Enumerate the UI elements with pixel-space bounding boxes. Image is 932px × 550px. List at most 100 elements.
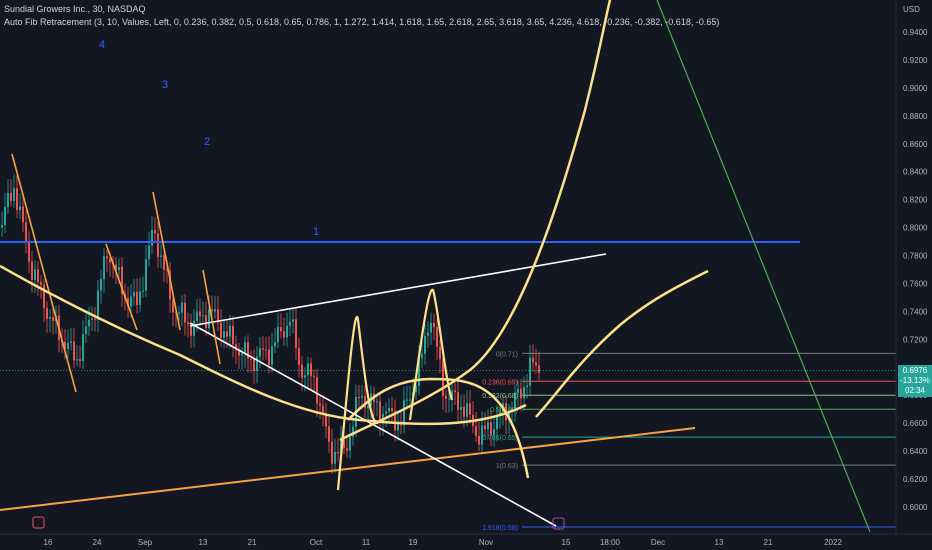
price-tick-label: 0.7800 bbox=[903, 252, 928, 261]
wave-label: 2 bbox=[204, 136, 210, 148]
candle-body bbox=[130, 296, 132, 307]
candle-body bbox=[478, 435, 480, 445]
price-tick-label: 0.9200 bbox=[903, 56, 928, 65]
fib-level-label: 0.236(0.69) bbox=[482, 379, 518, 386]
time-tick-label: 19 bbox=[409, 538, 418, 547]
candle-body bbox=[307, 363, 309, 376]
price-tick-label: 0.9400 bbox=[903, 28, 928, 37]
candle-body bbox=[4, 207, 6, 226]
candle-body bbox=[73, 341, 75, 361]
price-axis[interactable]: 0.9400 0.9200 0.9000 0.8800 0.8600 0.8400 0.82… bbox=[895, 0, 932, 534]
candle-body bbox=[385, 411, 387, 414]
candle-body bbox=[376, 401, 378, 403]
candle-body bbox=[79, 359, 81, 362]
candle-body bbox=[100, 279, 102, 291]
candle-body bbox=[151, 229, 153, 246]
candle-body bbox=[460, 406, 462, 410]
candle-body bbox=[280, 327, 282, 332]
candle-body bbox=[532, 357, 534, 363]
symbol-title: Sundial Growers Inc., 30, NASDAQ bbox=[4, 4, 146, 14]
candle-body bbox=[301, 364, 303, 378]
price-change: -13.13% bbox=[900, 376, 930, 385]
candle-body bbox=[103, 256, 105, 280]
candle-body bbox=[253, 358, 255, 371]
time-tick-label: Sep bbox=[138, 538, 153, 547]
candle-body bbox=[118, 266, 120, 271]
candle-body bbox=[76, 359, 78, 361]
indicator-legend[interactable]: Auto Fib Retracement (3, 10, Values, Lef… bbox=[4, 17, 719, 27]
candle-body bbox=[88, 319, 90, 327]
candle-body bbox=[334, 451, 336, 464]
price-tick-label: 0.7600 bbox=[903, 279, 928, 288]
time-tick-label: Nov bbox=[479, 538, 493, 547]
candle-body bbox=[31, 261, 33, 280]
candle-body bbox=[220, 322, 222, 338]
price-tick-label: 0.7400 bbox=[903, 307, 928, 316]
last-price-tag: 0.6976 -13.13% 02:34 bbox=[898, 365, 932, 397]
candle-body bbox=[199, 311, 201, 317]
candle-body bbox=[196, 311, 198, 321]
candle-body bbox=[223, 331, 225, 338]
candle-body bbox=[484, 425, 486, 430]
price-tick-label: 0.6000 bbox=[903, 503, 928, 512]
price-tick-label: 0.7200 bbox=[903, 335, 928, 344]
candle-body bbox=[70, 341, 72, 343]
candle-body bbox=[13, 188, 15, 201]
fib-level-label: 1.618(0.58) bbox=[482, 525, 518, 532]
wave-label: 4 bbox=[99, 39, 105, 51]
time-axis[interactable]: 16 24 Sep 13 21 Oct 11 19 Nov 15 18:00 Dec 13 21 2022 bbox=[0, 533, 932, 550]
price-tick-label: 0.6400 bbox=[903, 447, 928, 456]
candle-body bbox=[139, 291, 141, 305]
candle-body bbox=[292, 319, 294, 322]
chart-root[interactable]: 0(0.71) 0.236(0.69) 0.382(0.68) 0.5(0.67) 0.… bbox=[0, 0, 932, 550]
time-tick-label: Oct bbox=[310, 538, 323, 547]
candle-body bbox=[274, 342, 276, 347]
candle-body bbox=[184, 302, 186, 323]
candle-body bbox=[268, 349, 270, 365]
candle-body bbox=[535, 362, 537, 366]
candle-body bbox=[439, 346, 441, 360]
time-tick-label: Dec bbox=[651, 538, 665, 547]
candle-body bbox=[1, 225, 3, 228]
candle-body bbox=[136, 291, 138, 305]
wave-label: 1 bbox=[313, 226, 319, 238]
candle-body bbox=[358, 396, 360, 398]
candle-body bbox=[37, 269, 39, 282]
candle-body bbox=[433, 322, 435, 328]
price-tick-label: 0.8600 bbox=[903, 140, 928, 149]
candle-body bbox=[178, 312, 180, 314]
candle-body bbox=[208, 309, 210, 329]
candle-body bbox=[310, 363, 312, 377]
candle-body bbox=[262, 348, 264, 350]
candle-body bbox=[187, 322, 189, 325]
fib-level-label: 0.382(0.68) bbox=[482, 393, 518, 400]
candle-body bbox=[538, 365, 540, 374]
candle-body bbox=[91, 318, 93, 320]
candle-body bbox=[295, 319, 297, 348]
candle-body bbox=[97, 290, 99, 320]
candle-body bbox=[349, 436, 351, 451]
candle-body bbox=[490, 422, 492, 436]
candle-body bbox=[46, 308, 48, 319]
candle-body bbox=[154, 229, 156, 234]
candle-body bbox=[163, 255, 165, 270]
candle-body bbox=[448, 398, 450, 400]
currency-label: USD bbox=[903, 5, 920, 14]
candle-body bbox=[283, 331, 285, 338]
fib-level-label: 0(0.71) bbox=[496, 351, 518, 358]
candle-body bbox=[427, 332, 429, 336]
candle-body bbox=[256, 356, 258, 371]
candle-body bbox=[442, 359, 444, 396]
candle-body bbox=[40, 281, 42, 285]
time-tick-label: 15 bbox=[562, 538, 571, 547]
candle-body bbox=[214, 309, 216, 312]
candle-body bbox=[16, 188, 18, 211]
candle-body bbox=[403, 400, 405, 426]
candle-body bbox=[457, 392, 459, 410]
candle-body bbox=[19, 206, 21, 211]
price-chart[interactable]: 0(0.71)0.236(0.69)0.382(0.68)0.5(0.67)0.… bbox=[0, 0, 932, 550]
candle-body bbox=[52, 316, 54, 321]
fib-level-label: 1(0.63) bbox=[496, 463, 518, 470]
candle-body bbox=[436, 327, 438, 347]
candle-body bbox=[391, 408, 393, 412]
